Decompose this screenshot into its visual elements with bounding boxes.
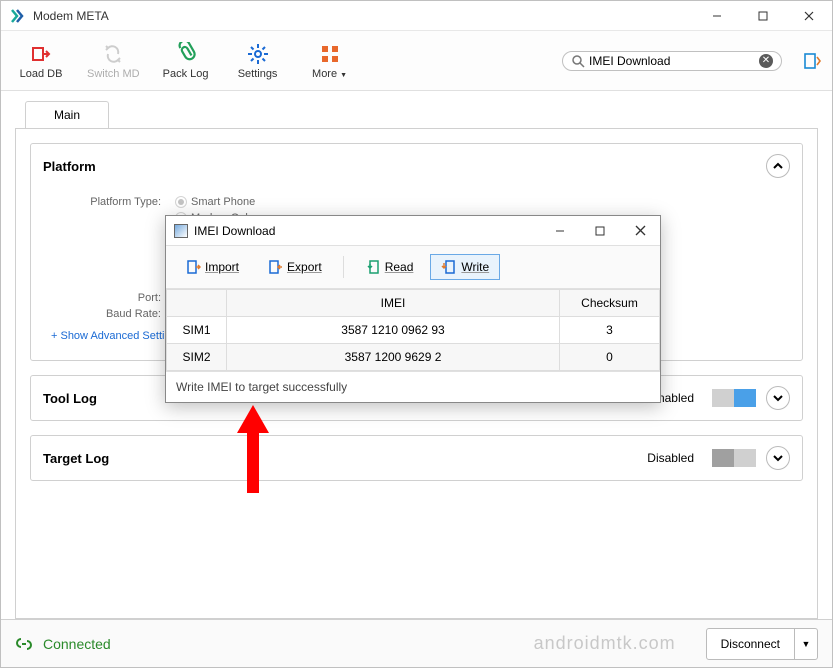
port-label: Port: [111, 292, 171, 304]
modal-toolbar: Import Export Read Write [166, 246, 660, 289]
side-panel-button[interactable] [802, 51, 822, 71]
col-sim [167, 290, 227, 317]
maximize-button[interactable] [740, 1, 786, 31]
tab-main[interactable]: Main [25, 101, 109, 128]
read-icon [365, 259, 381, 275]
imei-download-dialog: IMEI Download Import Export Read [165, 215, 661, 403]
modal-title: IMEI Download [194, 224, 540, 238]
write-icon [441, 259, 457, 275]
import-icon [185, 259, 201, 275]
disconnect-dropdown[interactable]: ▼ [795, 629, 817, 659]
export-icon [267, 259, 283, 275]
more-button[interactable]: More ▼ [300, 38, 360, 84]
modal-minimize-button[interactable] [540, 216, 580, 246]
collapse-platform-button[interactable] [766, 154, 790, 178]
body: Main androidmtk.com Platform Platform Ty… [1, 91, 832, 619]
target-log-card: Target Log Disabled [30, 435, 803, 481]
radio-smart-phone[interactable]: Smart Phone [175, 196, 255, 208]
platform-title: Platform [43, 159, 766, 174]
target-log-status: Disabled [647, 451, 694, 465]
load-db-button[interactable]: Load DB [11, 38, 71, 84]
table-row[interactable]: SIM1 3587 1210 0962 93 3 [167, 317, 660, 344]
baud-label: Baud Rate: [81, 308, 171, 320]
modal-status: Write IMEI to target successfully [166, 371, 660, 402]
search-icon [571, 54, 585, 68]
app-window: Modem META Load DB Switch MD Pack Log Se… [0, 0, 833, 668]
modal-titlebar: IMEI Download [166, 216, 660, 246]
export-button[interactable]: Export [256, 254, 333, 280]
search-box[interactable]: ✕ [562, 51, 782, 71]
col-checksum: Checksum [560, 290, 660, 317]
table-row[interactable]: SIM2 3587 1200 9629 2 0 [167, 344, 660, 371]
minimize-button[interactable] [694, 1, 740, 31]
connected-label: Connected [43, 636, 524, 652]
pack-log-icon [174, 42, 198, 66]
platform-type-label: Platform Type: [51, 196, 171, 208]
watermark-footer: androidmtk.com [534, 633, 676, 654]
settings-icon [246, 42, 270, 66]
switch-md-button[interactable]: Switch MD [83, 38, 144, 84]
disconnect-button[interactable]: Disconnect ▼ [706, 628, 818, 660]
import-button[interactable]: Import [174, 254, 250, 280]
app-icon [9, 8, 25, 24]
expand-tool-log-button[interactable] [766, 386, 790, 410]
read-button[interactable]: Read [354, 254, 425, 280]
search-input[interactable] [589, 54, 759, 68]
window-title: Modem META [33, 9, 694, 23]
imei-table: IMEI Checksum SIM1 3587 1210 0962 93 3 S… [166, 289, 660, 371]
show-advanced-link[interactable]: + Show Advanced Settings [51, 330, 182, 342]
close-button[interactable] [786, 1, 832, 31]
clear-search-icon[interactable]: ✕ [759, 54, 773, 68]
statusbar: Connected androidmtk.com Disconnect ▼ [1, 619, 832, 667]
modal-app-icon [174, 224, 188, 238]
pack-log-button[interactable]: Pack Log [156, 38, 216, 84]
modal-close-button[interactable] [620, 216, 660, 246]
toolbar: Load DB Switch MD Pack Log Settings More… [1, 31, 832, 91]
load-db-icon [29, 42, 53, 66]
write-button[interactable]: Write [430, 254, 500, 280]
target-log-toggle[interactable] [712, 449, 756, 467]
tool-log-toggle[interactable] [712, 389, 756, 407]
target-log-title: Target Log [43, 451, 647, 466]
expand-target-log-button[interactable] [766, 446, 790, 470]
switch-md-icon [101, 42, 125, 66]
modal-maximize-button[interactable] [580, 216, 620, 246]
settings-button[interactable]: Settings [228, 38, 288, 84]
connected-icon [15, 635, 33, 653]
more-icon [318, 42, 342, 66]
titlebar: Modem META [1, 1, 832, 31]
col-imei: IMEI [227, 290, 560, 317]
